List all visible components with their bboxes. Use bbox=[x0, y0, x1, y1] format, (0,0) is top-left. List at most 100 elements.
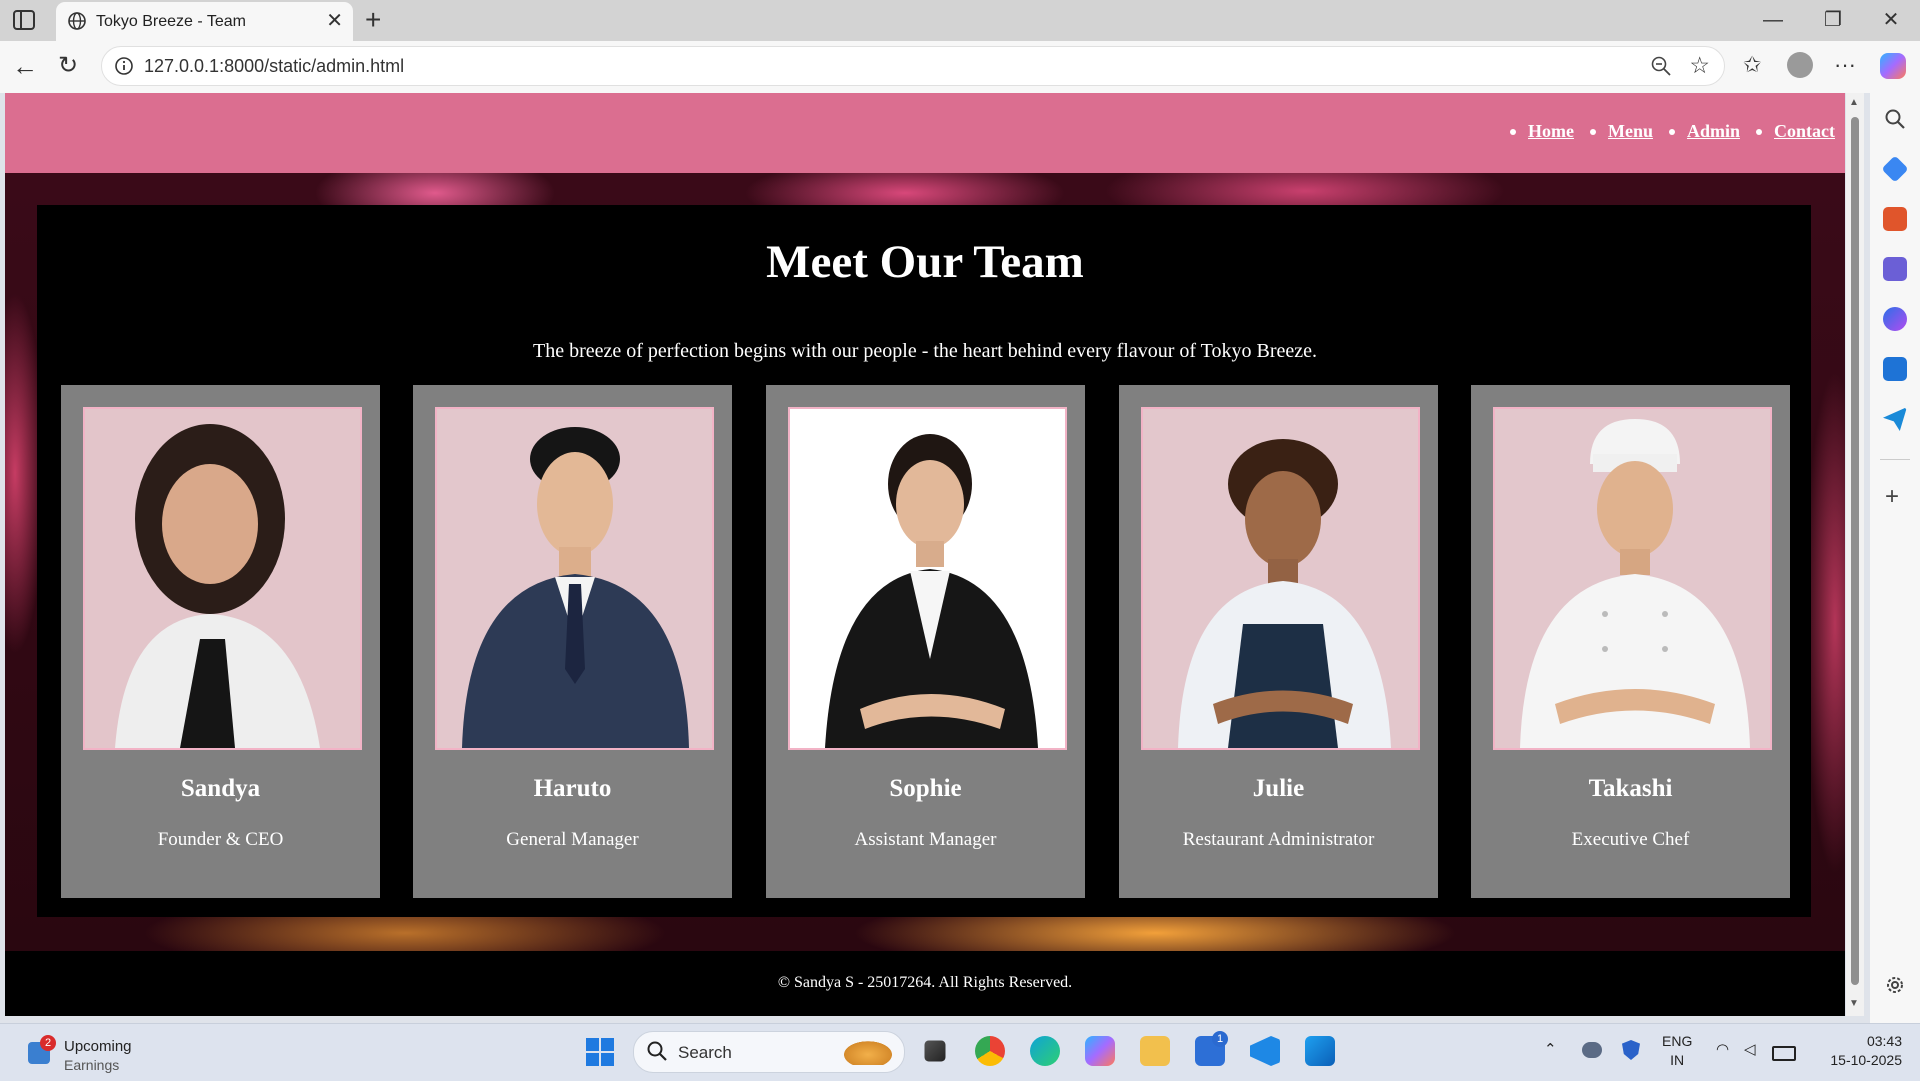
team-card: Haruto General Manager bbox=[413, 385, 732, 898]
address-bar[interactable]: 127.0.0.1:8000/static/admin.html ☆ bbox=[101, 46, 1725, 86]
task-view-icon[interactable] bbox=[924, 1040, 946, 1062]
team-photo bbox=[1493, 407, 1772, 750]
team-card: Sophie Assistant Manager bbox=[766, 385, 1085, 898]
bullet bbox=[1756, 128, 1762, 135]
team-member-role: Founder & CEO bbox=[157, 829, 284, 850]
info-icon[interactable] bbox=[114, 56, 134, 76]
chevron-up-icon[interactable]: ⌃ bbox=[1544, 1040, 1557, 1058]
team-card: Julie Restaurant Administrator bbox=[1119, 385, 1438, 898]
team-photo bbox=[1141, 407, 1420, 750]
tab-title: Tokyo Breeze - Team bbox=[96, 13, 246, 30]
profile-icon[interactable] bbox=[1787, 52, 1813, 78]
clock-time: 03:43 bbox=[1866, 1033, 1902, 1049]
reload-icon[interactable]: ↻ bbox=[58, 53, 78, 79]
sidebar-toggle-icon[interactable] bbox=[12, 9, 36, 31]
clock-date: 15-10-2025 bbox=[1830, 1052, 1902, 1068]
copilot-app-icon[interactable] bbox=[1085, 1036, 1115, 1066]
widgets-button[interactable]: 2 Upcoming Earnings bbox=[24, 1032, 184, 1076]
team-member-role: Assistant Manager bbox=[854, 829, 997, 850]
games-icon[interactable] bbox=[1883, 257, 1907, 281]
windows-start-icon[interactable] bbox=[585, 1037, 615, 1067]
favorite-star-icon[interactable]: ☆ bbox=[1689, 52, 1710, 79]
team-member-role: Executive Chef bbox=[1571, 829, 1690, 850]
team-member-role: General Manager bbox=[506, 829, 639, 850]
url-text[interactable]: 127.0.0.1:8000/static/admin.html bbox=[144, 56, 404, 77]
page-viewport: Home Menu Admin Contact Meet Our Team Th… bbox=[5, 93, 1845, 1016]
close-window-button[interactable]: ✕ bbox=[1869, 6, 1913, 34]
volume-icon[interactable]: ◁ bbox=[1744, 1040, 1756, 1058]
security-icon[interactable] bbox=[1622, 1040, 1640, 1060]
zoom-out-icon[interactable] bbox=[1650, 55, 1672, 77]
battery-icon[interactable] bbox=[1772, 1046, 1796, 1061]
team-photo bbox=[788, 407, 1067, 750]
tab-close-icon[interactable]: ✕ bbox=[326, 11, 343, 31]
widget-title: Upcoming bbox=[64, 1038, 132, 1055]
site-header: Home Menu Admin Contact bbox=[5, 93, 1845, 173]
back-icon[interactable]: ← bbox=[12, 53, 38, 79]
copyright-text: © Sandya S - 25017264. All Rights Reserv… bbox=[777, 974, 1073, 991]
browser-toolbar: ← ↻ 127.0.0.1:8000/static/admin.html ☆ ✩… bbox=[0, 41, 1920, 93]
team-tagline: The breeze of perfection begins with our… bbox=[532, 340, 1318, 362]
shopping-tag-icon[interactable] bbox=[1881, 155, 1909, 183]
new-tab-button[interactable]: + bbox=[365, 6, 381, 34]
settings-icon[interactable] bbox=[1883, 973, 1907, 997]
taskbar-search[interactable]: Search bbox=[633, 1031, 905, 1073]
onedrive-icon[interactable] bbox=[1582, 1042, 1602, 1058]
chrome-icon[interactable] bbox=[975, 1036, 1005, 1066]
browser-tab-strip: Tokyo Breeze - Team ✕ + — ❐ ✕ bbox=[0, 0, 1920, 41]
team-member-name: Julie bbox=[1252, 775, 1305, 802]
team-card: Takashi Executive Chef bbox=[1471, 385, 1790, 898]
nav-link-home[interactable]: Home bbox=[1528, 121, 1574, 142]
scroll-up-arrow-icon[interactable]: ▲ bbox=[1849, 97, 1859, 108]
vscode-icon[interactable] bbox=[1250, 1036, 1280, 1066]
file-explorer-icon[interactable] bbox=[1140, 1036, 1170, 1066]
site-nav: Home Menu Admin Contact bbox=[1494, 121, 1835, 142]
scroll-down-arrow-icon[interactable]: ▼ bbox=[1849, 998, 1859, 1009]
nav-item-admin: Admin bbox=[1668, 121, 1740, 142]
favorites-icon[interactable]: ✩ bbox=[1743, 53, 1761, 77]
nav-item-home: Home bbox=[1510, 121, 1574, 142]
region-code: IN bbox=[1670, 1052, 1685, 1068]
add-icon[interactable]: + bbox=[1885, 485, 1899, 509]
page-title: Meet Our Team bbox=[766, 236, 1084, 288]
more-icon[interactable]: ··· bbox=[1834, 53, 1856, 77]
nav-link-admin[interactable]: Admin bbox=[1687, 121, 1740, 142]
widget-subtitle: Earnings bbox=[64, 1057, 120, 1073]
copilot-icon[interactable] bbox=[1880, 53, 1906, 79]
language-code: ENG bbox=[1662, 1033, 1693, 1049]
browser-tab-active[interactable]: Tokyo Breeze - Team ✕ bbox=[56, 2, 353, 41]
store-badge: 1 bbox=[1212, 1031, 1228, 1047]
search-label: Search bbox=[678, 1043, 732, 1062]
sidebar-divider bbox=[1880, 459, 1910, 460]
team-member-role: Restaurant Administrator bbox=[1182, 829, 1375, 850]
bullet bbox=[1668, 128, 1675, 135]
minimize-button[interactable]: — bbox=[1751, 6, 1795, 34]
bullet bbox=[1589, 128, 1596, 135]
search-icon[interactable] bbox=[1883, 107, 1907, 131]
edge-icon[interactable] bbox=[1030, 1036, 1060, 1066]
team-member-name: Sandya bbox=[180, 775, 261, 802]
edge-sidebar: + bbox=[1870, 93, 1920, 1023]
nav-item-menu: Menu bbox=[1589, 121, 1653, 142]
wifi-icon[interactable]: ◠ bbox=[1716, 1040, 1729, 1058]
team-photo bbox=[435, 407, 714, 750]
microsoft365-icon[interactable] bbox=[1883, 307, 1907, 331]
widget-badge: 2 bbox=[40, 1035, 56, 1051]
globe-icon bbox=[68, 12, 86, 30]
search-icon bbox=[647, 1041, 667, 1061]
toolbox-icon[interactable] bbox=[1883, 207, 1907, 231]
team-member-name: Haruto bbox=[533, 775, 612, 802]
team-card: Sandya Founder & CEO bbox=[61, 385, 380, 898]
scrollbar-thumb[interactable] bbox=[1851, 117, 1859, 985]
clock[interactable]: 03:43 15-10-2025 bbox=[1812, 1032, 1902, 1070]
restore-button[interactable]: ❐ bbox=[1811, 6, 1855, 34]
nav-link-contact[interactable]: Contact bbox=[1774, 121, 1835, 142]
team-photo bbox=[83, 407, 362, 750]
page-scrollbar[interactable]: ▲ ▼ bbox=[1846, 93, 1864, 1016]
language-indicator[interactable]: ENG IN bbox=[1662, 1032, 1692, 1070]
bullet bbox=[1510, 128, 1516, 135]
telegram-icon[interactable] bbox=[1883, 407, 1907, 431]
photos-icon[interactable] bbox=[1305, 1036, 1335, 1066]
outlook-icon[interactable] bbox=[1883, 357, 1907, 381]
nav-link-menu[interactable]: Menu bbox=[1608, 121, 1653, 142]
